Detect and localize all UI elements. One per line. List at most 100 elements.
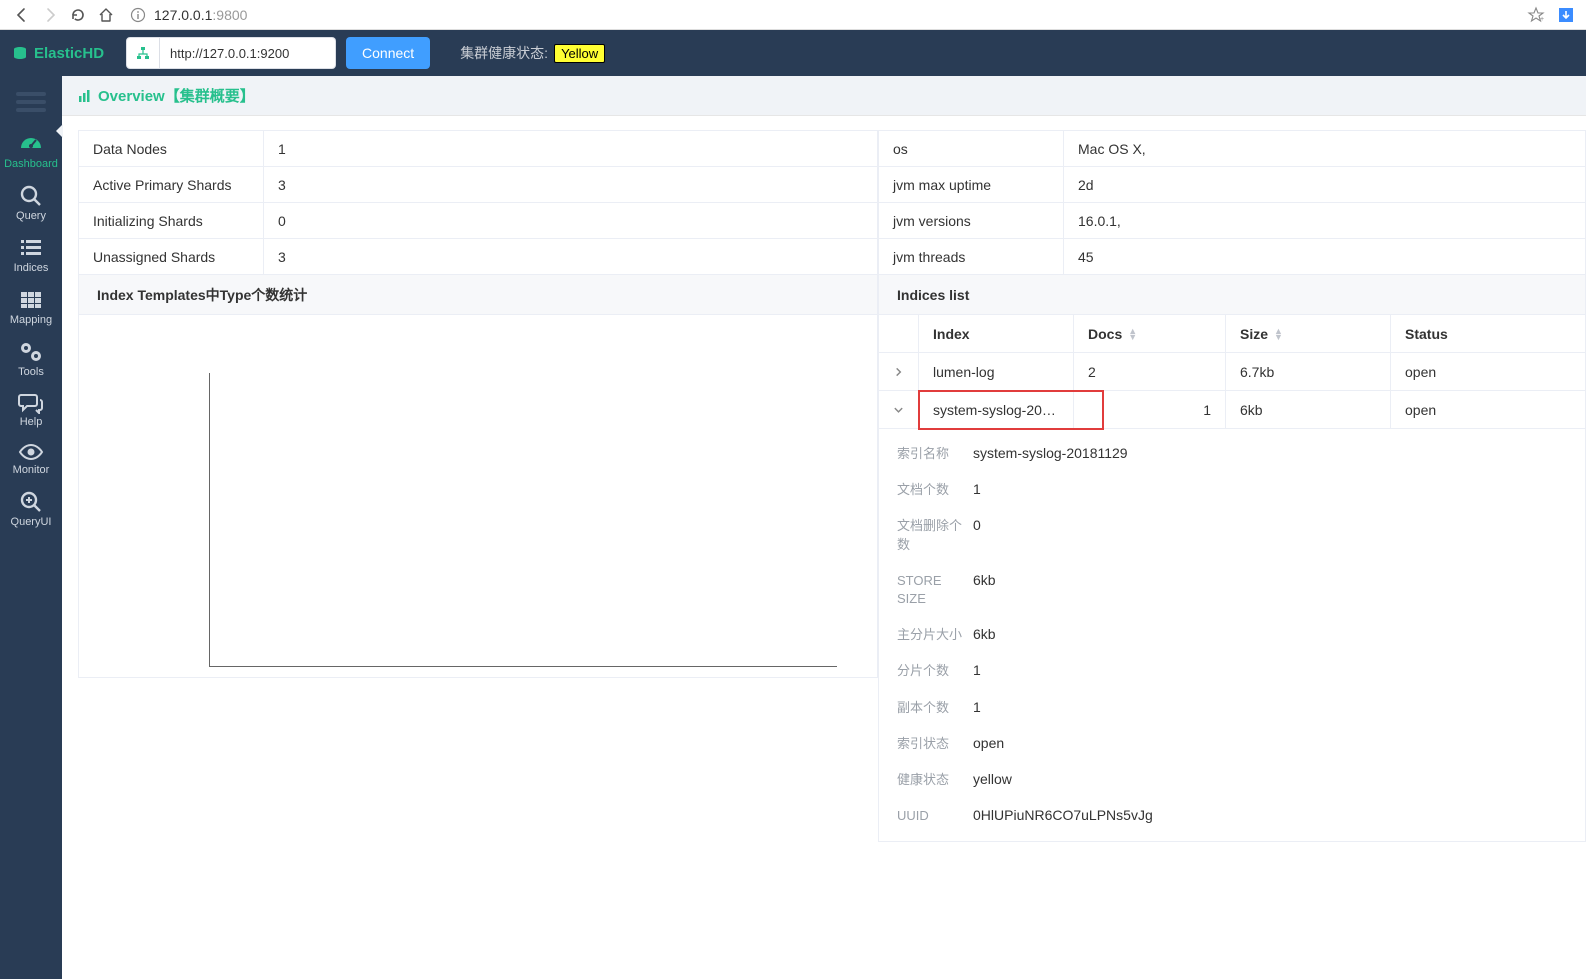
detail-row: 分片个数1 <box>897 662 1567 680</box>
sidebar-item-dashboard[interactable]: Dashboard <box>0 122 62 176</box>
table-row: Initializing Shards0 <box>79 203 878 239</box>
status-column-header[interactable]: Status <box>1391 315 1585 352</box>
detail-value: yellow <box>973 771 1567 789</box>
dashboard-icon <box>18 130 44 156</box>
status-cell: open <box>1391 353 1585 390</box>
stat-label: Initializing Shards <box>79 203 264 239</box>
docs-cell: 2 <box>1074 353 1226 390</box>
indices-table-row[interactable]: lumen-log 2 6.7kb open <box>879 353 1585 391</box>
table-row: osMac OS X, <box>879 131 1586 167</box>
address-bar[interactable]: 127.0.0.1:9800 <box>130 7 1518 23</box>
sitemap-icon <box>126 37 160 69</box>
cluster-address-group <box>126 37 336 69</box>
connect-button[interactable]: Connect <box>346 37 430 69</box>
table-row: Data Nodes1 <box>79 131 878 167</box>
expand-toggle[interactable] <box>879 391 919 428</box>
detail-row: 健康状态yellow <box>897 771 1567 789</box>
stat-label: jvm versions <box>879 203 1064 239</box>
stat-value: 45 <box>1064 239 1586 275</box>
index-name-cell: lumen-log <box>919 353 1074 390</box>
svg-text:+: + <box>1540 16 1544 23</box>
docs-column-header[interactable]: Docs▲▼ <box>1074 315 1226 352</box>
detail-key: 主分片大小 <box>897 626 973 644</box>
detail-key: 文档个数 <box>897 481 973 499</box>
detail-row: 索引名称system-syslog-20181129 <box>897 445 1567 463</box>
indices-table: Index Docs▲▼ Size▲▼ Status lumen-log 2 6… <box>878 315 1586 842</box>
detail-value: 6kb <box>973 572 1567 608</box>
indices-section-header: Indices list <box>878 275 1586 315</box>
sidebar-item-queryui[interactable]: QueryUI <box>0 482 62 534</box>
info-icon <box>130 7 146 23</box>
sidebar-item-query[interactable]: Query <box>0 176 62 228</box>
detail-value: 1 <box>973 662 1567 680</box>
detail-row: UUID0HlUPiuNR6CO7uLPNs5vJg <box>897 807 1567 825</box>
detail-row: 索引状态open <box>897 735 1567 753</box>
extension-icon[interactable] <box>1554 3 1578 27</box>
back-button[interactable] <box>8 1 36 29</box>
search-icon <box>19 184 43 208</box>
brand-icon <box>12 45 28 61</box>
detail-value: 0 <box>973 517 1567 553</box>
indices-table-row[interactable]: system-syslog-20… 1 6kb open <box>879 391 1585 429</box>
detail-key: 索引名称 <box>897 445 973 463</box>
table-row: jvm versions16.0.1, <box>879 203 1586 239</box>
sidebar-item-tools[interactable]: Tools <box>0 332 62 384</box>
reload-button[interactable] <box>64 1 92 29</box>
detail-key: 文档删除个数 <box>897 517 973 553</box>
size-cell: 6kb <box>1226 391 1391 428</box>
sidebar: Dashboard Query Indices Mapping Tools He… <box>0 76 62 979</box>
expand-toggle[interactable] <box>879 353 919 390</box>
stat-value: 0 <box>264 203 878 239</box>
list-icon <box>19 236 43 260</box>
sidebar-item-label: Tools <box>18 366 44 378</box>
bar-chart-icon <box>78 89 92 103</box>
overview-title-text: Overview【集群概要】 <box>98 85 255 106</box>
main-content: Overview【集群概要】 Data Nodes1 Active Primar… <box>62 76 1586 979</box>
sidebar-item-indices[interactable]: Indices <box>0 228 62 280</box>
search-plus-icon <box>19 490 43 514</box>
health-status-badge: Yellow <box>554 44 605 63</box>
stat-value: 2d <box>1064 167 1586 203</box>
detail-value: 1 <box>973 699 1567 717</box>
detail-row: STORE SIZE6kb <box>897 572 1567 608</box>
forward-button[interactable] <box>36 1 64 29</box>
brand-logo[interactable]: ElasticHD <box>12 45 104 62</box>
detail-key: STORE SIZE <box>897 572 973 608</box>
sidebar-item-help[interactable]: Help <box>0 384 62 434</box>
cluster-address-input[interactable] <box>160 37 336 69</box>
axis-y <box>209 373 210 667</box>
axis-x <box>209 666 837 667</box>
favorite-icon[interactable]: + <box>1524 3 1548 27</box>
index-column-header[interactable]: Index <box>919 315 1074 352</box>
sidebar-item-mapping[interactable]: Mapping <box>0 280 62 332</box>
health-status-label: 集群健康状态: <box>460 43 548 63</box>
sort-icon: ▲▼ <box>1274 328 1283 340</box>
stat-label: Unassigned Shards <box>79 239 264 275</box>
browser-toolbar: 127.0.0.1:9800 + <box>0 0 1586 30</box>
sidebar-item-label: Indices <box>14 262 49 274</box>
detail-value: 0HlUPiuNR6CO7uLPNs5vJg <box>973 807 1567 825</box>
home-button[interactable] <box>92 1 120 29</box>
sidebar-item-label: QueryUI <box>11 516 52 528</box>
detail-row: 文档个数1 <box>897 481 1567 499</box>
menu-toggle-icon[interactable] <box>16 92 46 112</box>
detail-key: UUID <box>897 807 973 825</box>
stat-label: Data Nodes <box>79 131 264 167</box>
stat-value: Mac OS X, <box>1064 131 1586 167</box>
cluster-stats-table: Data Nodes1 Active Primary Shards3 Initi… <box>78 130 878 275</box>
sidebar-item-label: Dashboard <box>4 158 58 170</box>
app-header: ElasticHD Connect 集群健康状态: Yellow <box>0 30 1586 76</box>
table-row: Unassigned Shards3 <box>79 239 878 275</box>
size-column-header[interactable]: Size▲▼ <box>1226 315 1391 352</box>
index-detail-panel: 索引名称system-syslog-20181129 文档个数1 文档删除个数0… <box>879 429 1585 841</box>
url-text: 127.0.0.1:9800 <box>154 7 247 23</box>
sidebar-item-monitor[interactable]: Monitor <box>0 434 62 482</box>
templates-section-header: Index Templates中Type个数统计 <box>78 275 878 315</box>
status-cell: open <box>1391 391 1585 428</box>
detail-key: 副本个数 <box>897 699 973 717</box>
detail-row: 文档删除个数0 <box>897 517 1567 553</box>
stat-label: Active Primary Shards <box>79 167 264 203</box>
table-row: jvm threads45 <box>879 239 1586 275</box>
stat-label: os <box>879 131 1064 167</box>
index-name-cell: system-syslog-20… <box>919 391 1074 428</box>
